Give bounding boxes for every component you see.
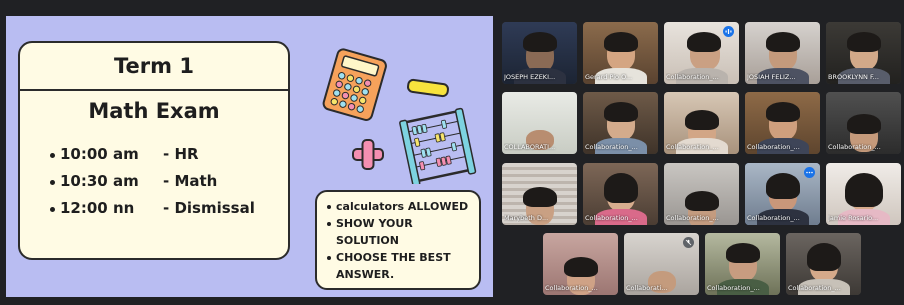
participant-tile[interactable]: JOSIAH FELIZ... [745,22,820,84]
participant-hair [766,102,800,122]
rule-text: calculators ALLOWED [336,200,469,213]
participant-tile[interactable]: Collaboration_... [664,22,739,84]
participant-name: Collaboration_... [666,143,719,151]
shared-slide: Term 1 Math Exam 10:00 am - HR 10:30 am - … [6,16,493,297]
participant-hair [766,32,800,52]
participant-tile[interactable]: Collaboration_... [664,92,739,154]
schedule-activity: - Dismissal [163,199,255,217]
more-options-icon[interactable] [804,167,815,178]
participant-tile[interactable]: Collaboration_... [786,233,861,295]
participant-name: Jamie Rosario... [828,214,879,222]
participant-hair [807,243,841,271]
participant-hair [604,32,638,52]
participant-tile[interactable]: Gerard Pio O... [583,22,658,84]
calculator-icon [322,48,387,121]
participant-name: Collaboration_... [788,284,841,292]
rule-text: ANSWER. [336,268,395,281]
video-meeting-window: Term 1 Math Exam 10:00 am - HR 10:30 am - … [0,0,904,305]
schedule-item: 12:00 nn - Dismissal [50,195,288,222]
abacus-icon [399,107,477,184]
schedule-list: 10:00 am - HR 10:30 am - Math 12:00 nn - Di… [20,141,288,222]
participant-tile[interactable]: JOSEPH EZEKI... [502,22,577,84]
rule-text: SOLUTION [336,234,399,247]
participant-name: Marybeth D... [504,214,549,222]
rule-text: SHOW YOUR [336,217,413,230]
participant-name: Collaboration_... [585,143,638,151]
exam-title: Math Exam [88,99,220,123]
rule-text: CHOOSE THE BEST [336,251,451,264]
participant-name: JOSIAH FELIZ... [747,73,796,81]
participant-tile[interactable]: Collaboration_... [705,233,780,295]
schedule-time: 10:30 am [60,172,139,190]
participant-hair [523,32,557,52]
participant-name: Collaboration_... [666,73,719,81]
participant-hair [685,191,719,211]
participant-name: Collaboration_... [545,284,598,292]
term-title: Term 1 [20,43,288,91]
participant-hair [523,187,557,207]
participant-hair [604,173,638,203]
speaking-indicator-icon [723,26,734,37]
participant-tile[interactable]: Collaboration_... [583,92,658,154]
exam-schedule-card: Term 1 Math Exam 10:00 am - HR 10:30 am - … [18,41,290,260]
participant-tile[interactable]: Collaboration_... [583,163,658,225]
participant-hair [685,110,719,130]
participant-hair [766,173,800,199]
participant-tile[interactable]: Jamie Rosario... [826,163,901,225]
participant-name: Collaboration_... [585,214,638,222]
rule-item: SHOW YOUR SOLUTION [327,215,479,249]
participant-tile[interactable]: Collaborati... [624,233,699,295]
participant-name: Collaborati... [626,284,668,292]
participant-tile[interactable]: Collaboration_... [543,233,618,295]
participant-hair [726,243,760,263]
participant-tile[interactable]: Collaboration_... [826,92,901,154]
participant-tile[interactable]: Collaboration_... [745,92,820,154]
participant-tile[interactable]: BROOKLYNN F... [826,22,901,84]
participant-grid: JOSEPH EZEKI... Gerard Pio O... Collabor… [497,16,904,297]
minus-icon [407,78,449,98]
participant-hair [564,257,598,277]
rule-item: calculators ALLOWED [327,198,479,215]
plus-icon [352,139,384,170]
participant-name: JOSEPH EZEKI... [504,73,556,81]
schedule-item: 10:30 am - Math [50,168,288,195]
participant-name: Collaboration_... [828,143,881,151]
schedule-item: 10:00 am - HR [50,141,288,168]
rule-item: CHOOSE THE BEST ANSWER. [327,249,479,283]
participant-hair [604,102,638,122]
participant-tile[interactable]: Collaboration_... [664,163,739,225]
participant-hair [847,114,881,134]
participant-tile[interactable]: COLLABORATI... [502,92,577,154]
participant-tile[interactable]: Marybeth D... [502,163,577,225]
participant-name: Collaboration_... [747,143,800,151]
participant-tile-active[interactable]: Collaboration_... [745,163,820,225]
participant-hair [847,32,881,52]
muted-mic-icon [683,237,694,248]
participant-name: Collaboration_... [666,214,719,222]
participant-name: Collaboration_... [707,284,760,292]
participant-hair [687,32,721,52]
schedule-time: 10:00 am [60,145,139,163]
participant-hair [845,173,883,207]
participant-name: COLLABORATI... [504,143,556,151]
exam-rules-card: calculators ALLOWED SHOW YOUR SOLUTION CH… [315,190,481,290]
participant-name: Collaboration_... [747,214,800,222]
schedule-activity: - Math [163,172,218,190]
participant-name: Gerard Pio O... [585,73,633,81]
rules-list: calculators ALLOWED SHOW YOUR SOLUTION CH… [317,198,479,283]
schedule-activity: - HR [163,145,199,163]
math-illustration [322,48,477,184]
schedule-time: 12:00 nn [60,199,135,217]
participant-name: BROOKLYNN F... [828,73,879,81]
